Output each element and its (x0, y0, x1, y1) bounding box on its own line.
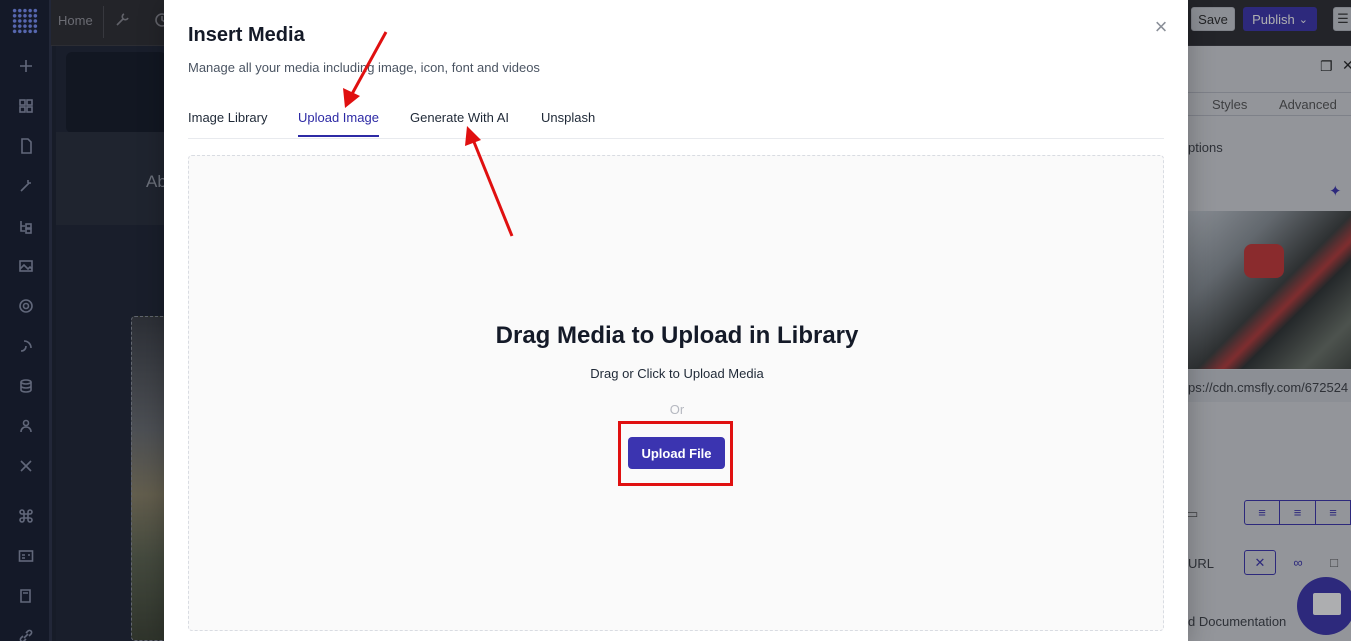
modal-title: Insert Media (188, 24, 305, 46)
dropzone-heading: Drag Media to Upload in Library (495, 322, 859, 349)
tab-unsplash[interactable]: Unsplash (541, 110, 595, 125)
media-tabs: Image Library Upload Image Generate With… (188, 104, 1164, 139)
dropzone-hint: Drag or Click to Upload Media (590, 366, 764, 381)
dropzone-or-separator: Or (669, 402, 685, 417)
tab-generate-with-ai[interactable]: Generate With AI (410, 110, 509, 125)
upload-dropzone[interactable]: Drag Media to Upload in Library Drag or … (188, 155, 1164, 631)
modal-subtitle: Manage all your media including image, i… (188, 60, 540, 75)
tab-upload-image[interactable]: Upload Image (298, 110, 379, 137)
tab-image-library[interactable]: Image Library (188, 110, 267, 125)
close-icon[interactable]: × (1151, 16, 1171, 38)
insert-media-modal: Insert Media Manage all your media inclu… (164, 0, 1188, 641)
annotation-highlight-box (618, 421, 733, 486)
